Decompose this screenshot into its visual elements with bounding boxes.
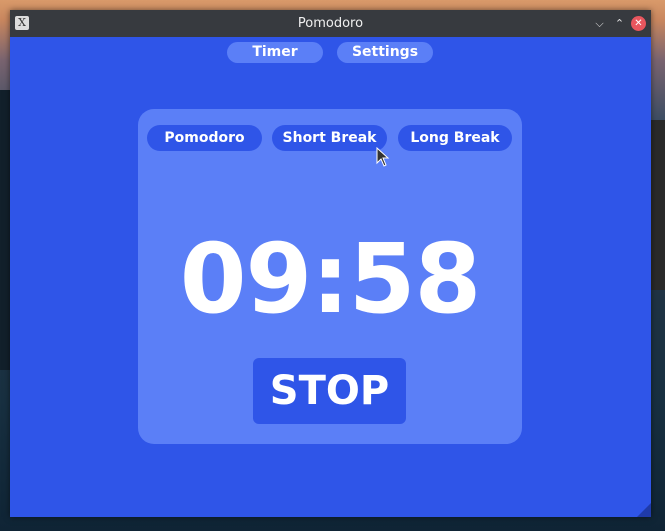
stop-button[interactable]: STOP xyxy=(253,358,406,424)
timer-display: 09:58 xyxy=(179,223,482,335)
timer-card: Pomodoro Short Break Long Break 09:58 ST… xyxy=(138,109,522,444)
close-icon[interactable]: ✕ xyxy=(631,16,646,31)
pomodoro-mode-button[interactable]: Pomodoro xyxy=(147,125,262,151)
chevron-up-icon[interactable]: ⌃ xyxy=(612,16,627,31)
title-bar[interactable]: Pomodoro X ⌵ ⌃ ✕ xyxy=(10,10,651,37)
app-window: Pomodoro X ⌵ ⌃ ✕ Timer Settings Pomodoro… xyxy=(10,10,651,517)
app-icon[interactable]: X xyxy=(15,16,29,30)
short-break-mode-button[interactable]: Short Break xyxy=(272,125,387,151)
chevron-down-icon[interactable]: ⌵ xyxy=(592,16,607,31)
resize-grip[interactable] xyxy=(637,503,651,517)
window-title: Pomodoro xyxy=(297,16,364,31)
tab-settings[interactable]: Settings xyxy=(337,42,433,63)
mouse-cursor-icon xyxy=(376,147,390,167)
long-break-mode-button[interactable]: Long Break xyxy=(398,125,512,151)
tab-timer[interactable]: Timer xyxy=(227,42,323,63)
wallpaper-tree-right xyxy=(649,120,665,290)
